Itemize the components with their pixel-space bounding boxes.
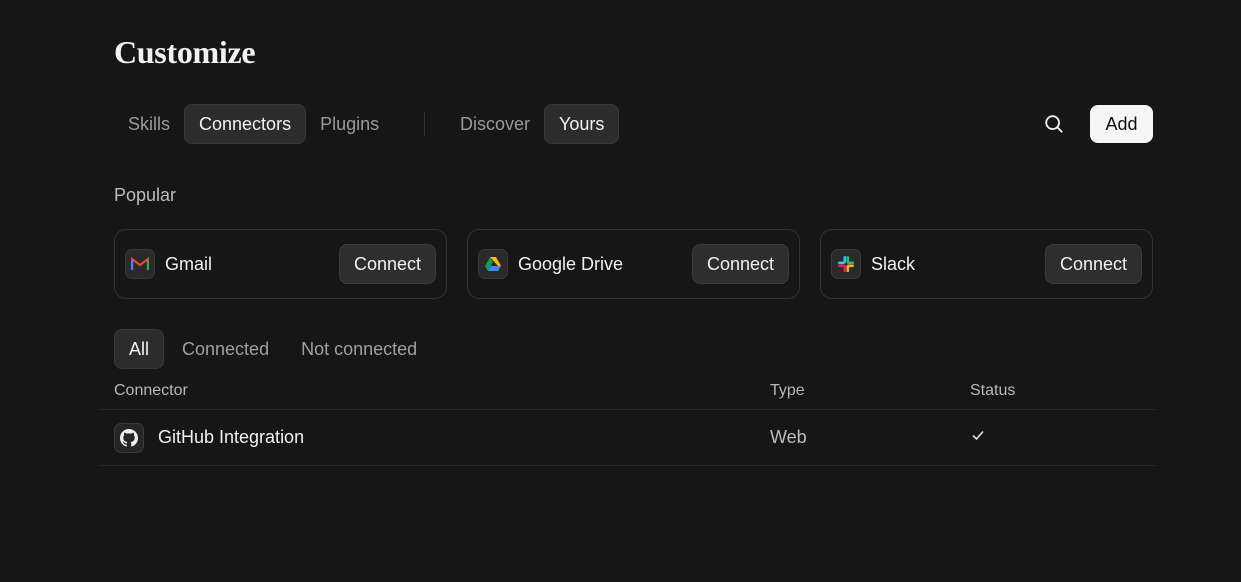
tab-skills[interactable]: Skills — [114, 104, 184, 144]
connectors-table: Connector Type Status GitHub Integration… — [98, 372, 1156, 466]
card-name: Gmail — [165, 253, 213, 274]
popular-cards: Gmail Connect Google Drive Connect Slack… — [114, 229, 1153, 299]
google-drive-icon — [478, 249, 508, 279]
connect-gmail-button[interactable]: Connect — [338, 244, 436, 284]
page-title: Customize — [114, 34, 256, 70]
search-button[interactable] — [1038, 108, 1070, 140]
add-button[interactable]: Add — [1090, 105, 1153, 143]
card-name: Google Drive — [518, 253, 624, 274]
table-header: Connector Type Status — [98, 372, 1156, 410]
customize-page: Customize Skills Connectors Plugins Disc… — [0, 0, 1241, 582]
connector-card-gmail: Gmail Connect — [114, 229, 447, 299]
header-status: Status — [970, 381, 1016, 399]
filter-connected[interactable]: Connected — [168, 329, 283, 369]
check-icon — [972, 430, 984, 441]
secondary-tabs: Discover Yours — [446, 104, 620, 144]
connector-name: GitHub Integration — [158, 427, 305, 447]
connector-card-google-drive: Google Drive Connect — [467, 229, 800, 299]
primary-tabs: Skills Connectors Plugins — [114, 104, 393, 144]
connector-filters: All Connected Not connected — [114, 329, 435, 369]
tabs-divider — [424, 112, 425, 136]
tab-plugins[interactable]: Plugins — [306, 104, 393, 144]
popular-label: Popular — [114, 185, 177, 205]
header-type: Type — [770, 381, 805, 399]
tab-connectors[interactable]: Connectors — [184, 104, 307, 144]
connector-cell: GitHub Integration — [98, 422, 770, 453]
table-row[interactable]: GitHub Integration Web — [98, 410, 1156, 466]
slack-icon — [831, 249, 861, 279]
gmail-icon — [125, 249, 155, 279]
card-name: Slack — [871, 253, 916, 274]
tab-discover[interactable]: Discover — [446, 104, 544, 144]
status-cell — [970, 427, 1156, 448]
tab-yours[interactable]: Yours — [544, 104, 620, 144]
github-icon — [114, 422, 144, 453]
search-icon — [1045, 115, 1063, 133]
connector-card-slack: Slack Connect — [820, 229, 1153, 299]
connector-type: Web — [770, 427, 807, 447]
connect-slack-button[interactable]: Connect — [1044, 244, 1142, 284]
filter-all[interactable]: All — [114, 329, 165, 369]
header-connector: Connector — [114, 381, 188, 399]
filter-not-connected[interactable]: Not connected — [287, 329, 431, 369]
connect-google-drive-button[interactable]: Connect — [691, 244, 789, 284]
